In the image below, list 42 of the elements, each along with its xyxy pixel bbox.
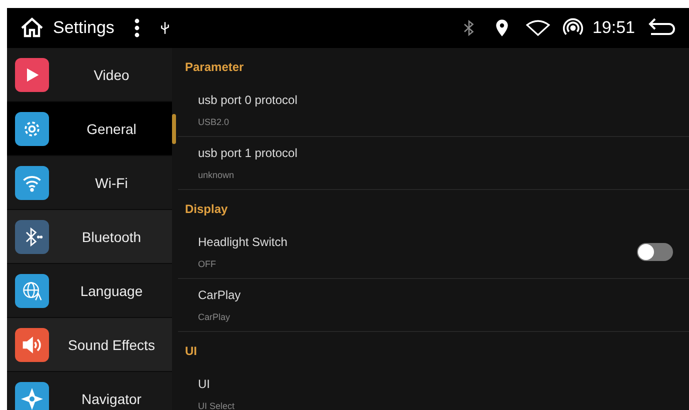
setting-row[interactable]: Headlight Switch OFF bbox=[178, 226, 689, 279]
toggle-switch[interactable] bbox=[637, 243, 673, 261]
sidebar-item[interactable]: Navigator bbox=[7, 372, 172, 410]
setting-summary: OFF bbox=[198, 259, 217, 269]
setting-summary: unknown bbox=[198, 170, 236, 180]
sidebar-item[interactable]: Wi-Fi bbox=[7, 156, 172, 210]
back-icon[interactable] bbox=[647, 18, 677, 38]
setting-row[interactable]: UI UI Select bbox=[178, 368, 689, 410]
home-icon[interactable] bbox=[19, 16, 45, 40]
setting-title: Headlight Switch bbox=[198, 235, 288, 249]
menu-icon[interactable] bbox=[134, 18, 140, 38]
app-title: Settings bbox=[53, 18, 114, 38]
sidebar-label: Sound Effects bbox=[67, 336, 156, 352]
sidebar-label: Video bbox=[92, 66, 130, 82]
setting-title: usb port 0 protocol bbox=[198, 93, 298, 107]
sidebar-label: Bluetooth bbox=[80, 228, 142, 244]
setting-summary: CarPlay bbox=[198, 312, 232, 322]
sidebar-label: General bbox=[86, 120, 138, 136]
setting-row[interactable]: usb port 0 protocol USB2.0 bbox=[178, 84, 689, 137]
sidebar-label: Wi-Fi bbox=[94, 174, 129, 190]
setting-title: usb port 1 protocol bbox=[198, 146, 298, 160]
setting-row[interactable]: CarPlay CarPlay bbox=[178, 279, 689, 332]
globe-icon bbox=[21, 280, 43, 302]
clock-time: 19:51 bbox=[592, 18, 635, 38]
wifi-icon bbox=[526, 20, 550, 36]
selection-marker bbox=[172, 114, 176, 144]
sidebar-item[interactable]: Language bbox=[7, 264, 172, 318]
sidebar-item[interactable]: Video bbox=[7, 48, 172, 102]
setting-summary: UI Select bbox=[198, 401, 236, 410]
setting-row[interactable]: usb port 1 protocol unknown bbox=[178, 137, 689, 190]
setting-title: CarPlay bbox=[198, 288, 242, 302]
section-title: Parameter bbox=[184, 59, 245, 76]
section-title: Display bbox=[184, 201, 229, 218]
sidebar-item[interactable]: Sound Effects bbox=[7, 318, 172, 372]
sidebar-label: Language bbox=[79, 282, 144, 298]
setting-title: UI bbox=[198, 377, 211, 391]
setting-summary: USB2.0 bbox=[198, 117, 230, 127]
compass-icon bbox=[20, 386, 44, 410]
sidebar-item[interactable]: Bluetooth bbox=[7, 210, 172, 264]
usb-icon bbox=[160, 21, 170, 35]
section-title: UI bbox=[184, 343, 198, 360]
sidebar-label: Navigator bbox=[80, 390, 142, 406]
